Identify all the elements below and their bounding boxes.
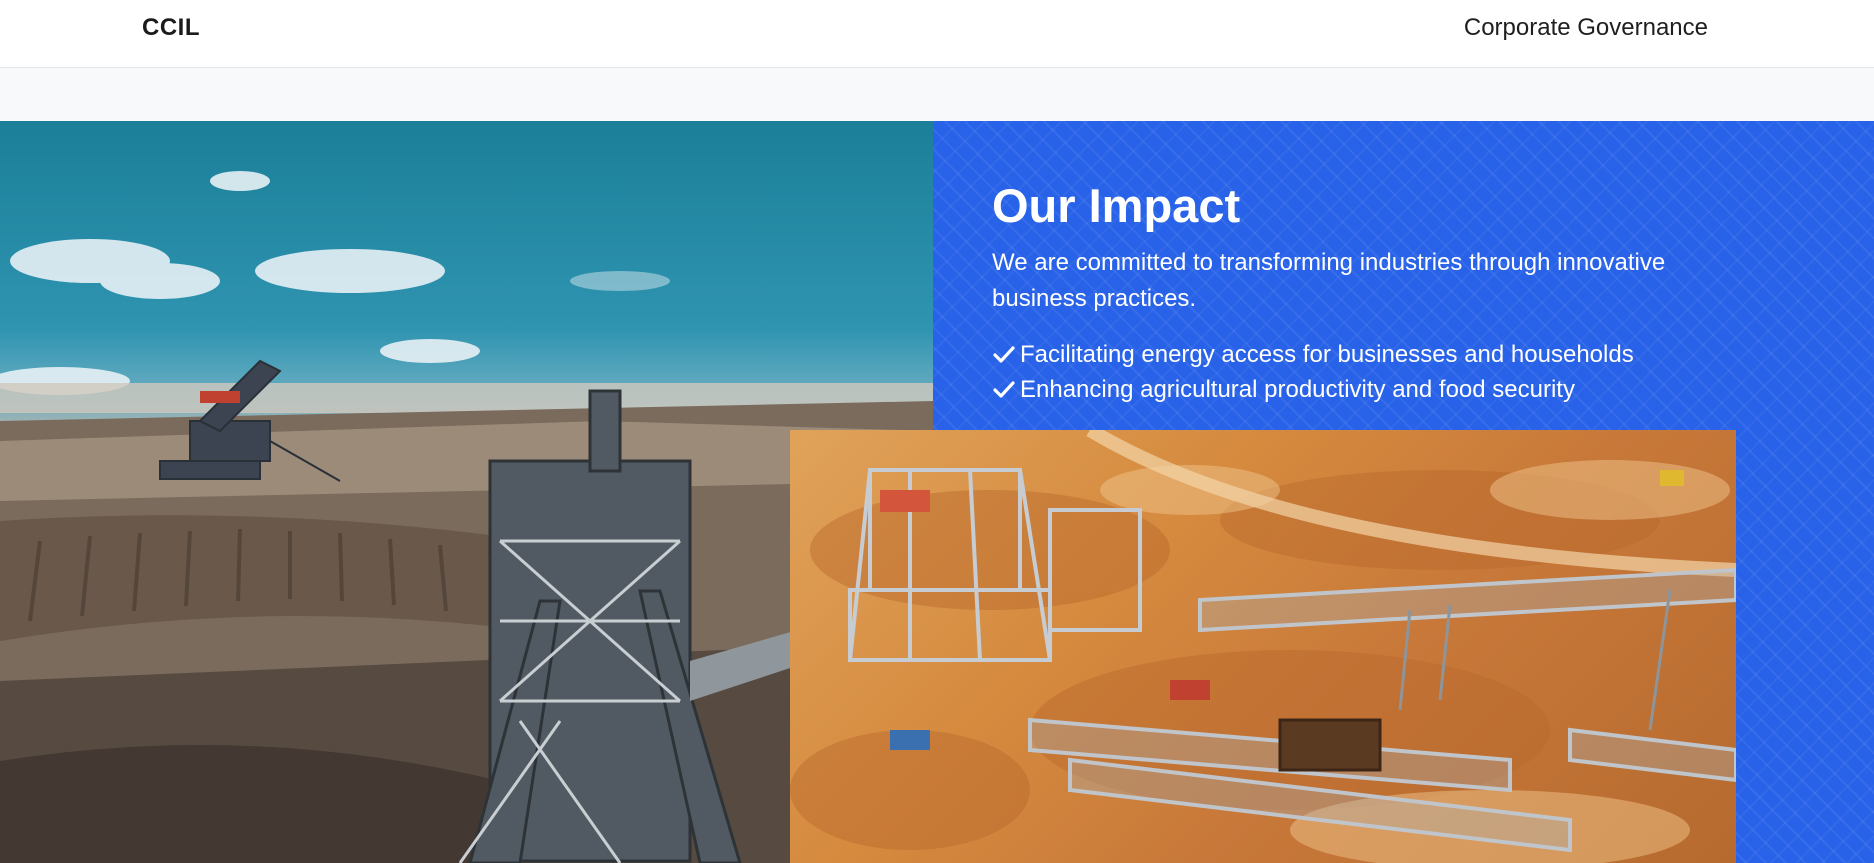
impact-section: Our Impact We are committed to transform… [0, 121, 1874, 863]
navbar: CCIL Corporate Governance [0, 0, 1874, 68]
impact-list: Facilitating energy access for businesse… [992, 337, 1752, 407]
impact-item-label: Facilitating energy access for businesse… [1020, 341, 1634, 368]
nav-corporate-governance[interactable]: Corporate Governance [1464, 14, 1708, 42]
impact-title: Our Impact [992, 179, 1241, 232]
impact-item: Facilitating energy access for businesse… [992, 337, 1752, 372]
check-icon [992, 378, 1016, 402]
impact-item: Enhancing agricultural productivity and … [992, 372, 1752, 407]
top-band [0, 68, 1874, 121]
check-icon [992, 343, 1016, 367]
brand-logo[interactable]: CCIL [142, 14, 200, 42]
impact-item-label: Enhancing agricultural productivity and … [1020, 376, 1575, 403]
construction-site-photo [790, 430, 1736, 863]
impact-description: We are committed to transforming industr… [992, 249, 1666, 312]
